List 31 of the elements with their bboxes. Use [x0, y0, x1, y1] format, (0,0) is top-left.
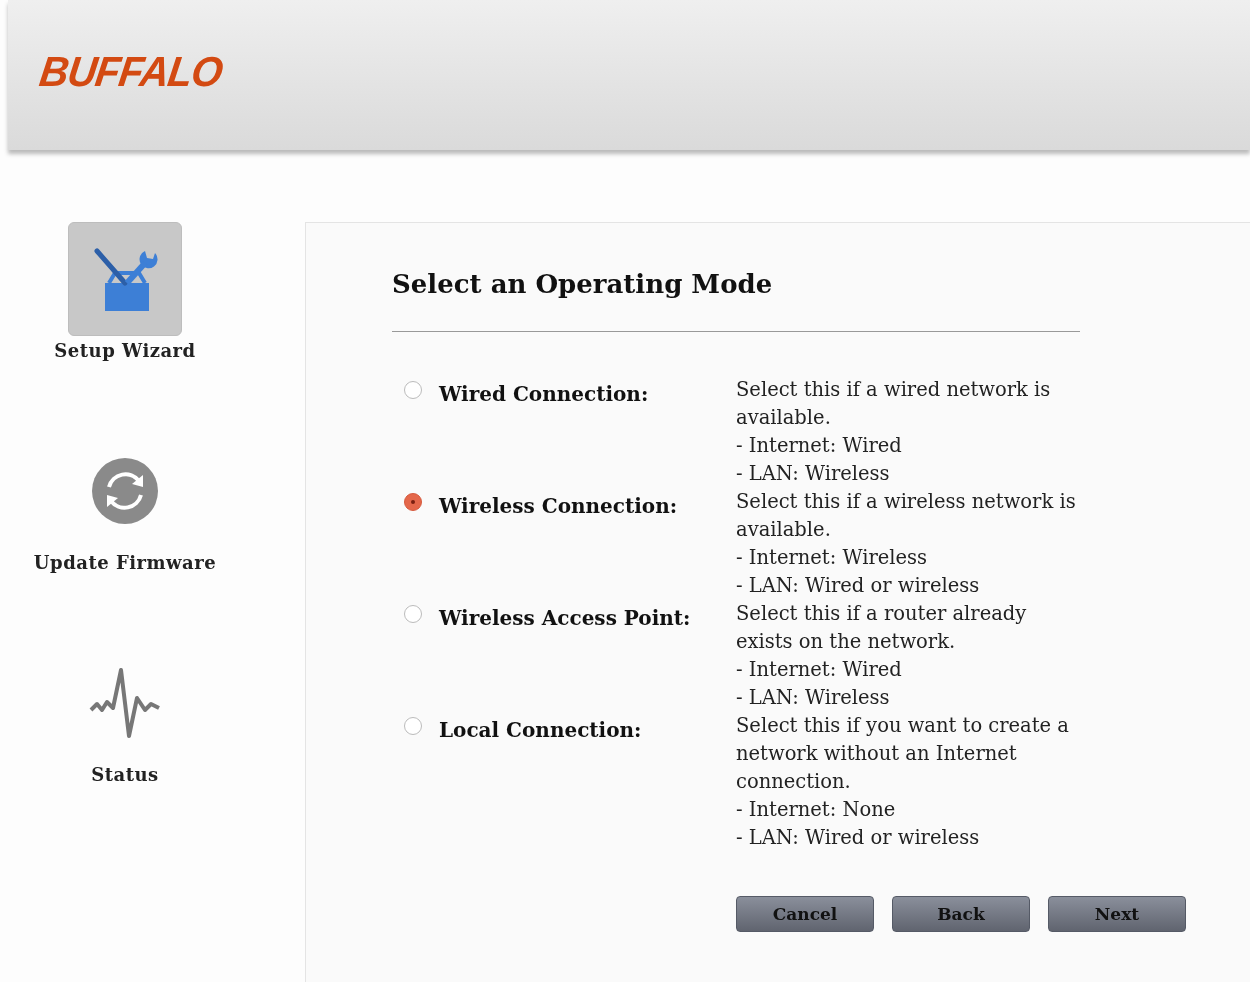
option-label: Local Connection: — [439, 718, 643, 742]
option-detail: - LAN: Wired or wireless — [736, 825, 981, 851]
option-detail: - LAN: Wireless — [736, 461, 891, 487]
option-description: Select this if a router already exists on the network. — [736, 601, 1028, 655]
logo: BUFFALO — [36, 47, 226, 95]
sidebar-item[interactable] — [68, 222, 182, 336]
action-button[interactable]: Back — [892, 896, 1030, 932]
radio-button[interactable] — [404, 493, 422, 511]
option-label: Wireless Access Point: — [439, 606, 692, 630]
option-detail: - Internet: Wired — [736, 433, 903, 459]
radio-button[interactable] — [404, 381, 422, 399]
option-detail: - Internet: None — [736, 797, 897, 823]
option-description: Select this if you want to create a network without an Internet connection. — [736, 713, 1070, 795]
page-title: Select an Operating Mode — [392, 269, 774, 299]
option-detail: - Internet: Wireless — [736, 545, 929, 571]
action-button[interactable]: Next — [1048, 896, 1186, 932]
refresh-icon — [91, 457, 159, 525]
radio-button[interactable] — [404, 717, 422, 735]
option-detail: - LAN: Wired or wireless — [736, 573, 981, 599]
sidebar-label: Update Firmware — [33, 552, 217, 573]
option-detail: - Internet: Wired — [736, 657, 903, 683]
option-label: Wireless Connection: — [439, 494, 679, 518]
action-button[interactable]: Cancel — [736, 896, 874, 932]
option-label: Wired Connection: — [439, 382, 650, 406]
option-description: Select this if a wireless network is available. — [736, 489, 1077, 543]
sidebar-label: Setup Wizard — [54, 340, 196, 361]
option-description: Select this if a wired network is available. — [736, 377, 1052, 431]
option-detail: - LAN: Wireless — [736, 685, 891, 711]
radio-button[interactable] — [404, 605, 422, 623]
pulse-icon — [89, 668, 161, 738]
sidebar-label: Status — [91, 764, 159, 785]
